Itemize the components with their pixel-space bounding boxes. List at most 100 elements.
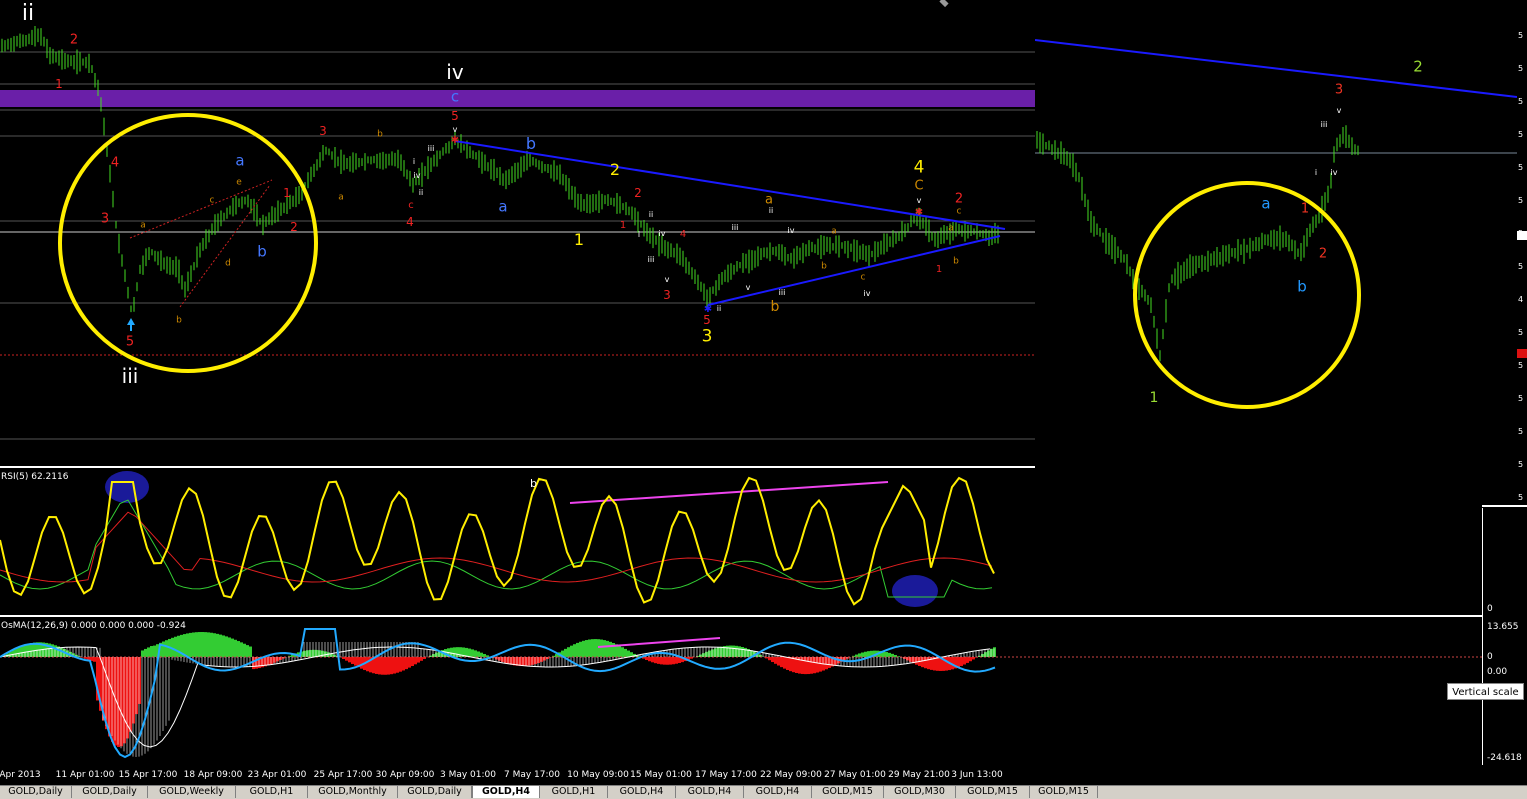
highlight-circle[interactable]	[60, 115, 316, 371]
wave-label: i	[413, 158, 415, 166]
wave-label: 1	[620, 221, 626, 231]
wave-label: 1	[1301, 203, 1309, 216]
wave-label: 5	[126, 336, 134, 349]
time-axis-tick: 7 May 17:00	[504, 770, 560, 780]
wave-label: a	[140, 222, 146, 231]
rsi-signal-green	[0, 500, 992, 597]
arrow-up-shaft	[130, 324, 132, 331]
chart-tab[interactable]: GOLD,H4	[472, 785, 540, 798]
price-scale-right[interactable]: 555555554555555	[1517, 0, 1527, 505]
wave-label: 3	[319, 125, 327, 137]
wave-label: ii	[769, 207, 773, 215]
wave-label: b	[953, 258, 959, 267]
wave-label: b	[821, 263, 827, 272]
chart-tab[interactable]: GOLD,H1	[236, 786, 308, 798]
price-scale-tick: 5	[1518, 130, 1523, 139]
chart-tab[interactable]: GOLD,Daily	[0, 786, 72, 798]
wave-marker-icon: ✱	[451, 135, 459, 146]
chart-tab[interactable]: GOLD,H4	[676, 786, 744, 798]
wave-label: v	[746, 284, 751, 292]
current-price-marker	[1517, 231, 1527, 240]
wave-label: iv	[414, 172, 421, 180]
price-candles	[2, 26, 998, 312]
price-scale-tick: 5	[1518, 64, 1523, 73]
wave-label: iii	[732, 224, 739, 232]
wave-label: 2	[1413, 60, 1423, 75]
osma-divergence-line[interactable]	[598, 638, 720, 647]
rsi-divergence-line[interactable]	[570, 482, 888, 503]
main-price-chart-canvas: ✱ ✱ ✱	[0, 0, 1035, 466]
horizontal-level-lines	[0, 52, 1035, 439]
wave-label: iv	[446, 62, 463, 82]
main-price-chart[interactable]: ✱ ✱ ✱ ii21435iiiabacedb123baiiviic4iiiiv…	[0, 0, 1035, 466]
secondary-chart-canvas	[1035, 0, 1517, 505]
wave-label: C	[914, 180, 923, 193]
wave-label: iv	[659, 230, 666, 238]
osma-indicator-pane[interactable]: OsMA(12,26,9) 0.000 0.000 0.000 -0.924	[0, 619, 1482, 765]
wave-label: 1	[574, 232, 584, 248]
wave-label: 3	[702, 329, 713, 346]
price-scale-tick: 5	[1518, 97, 1523, 106]
wave-label: b	[771, 300, 780, 314]
wave-label: 4	[111, 157, 119, 170]
chart-tab[interactable]: GOLD,Monthly	[308, 786, 398, 798]
vertical-scale-tooltip: Vertical scale	[1447, 683, 1524, 700]
wave-label: b	[176, 317, 182, 326]
descending-trendline[interactable]	[1035, 40, 1517, 97]
time-axis-tick: 29 May 21:00	[888, 770, 950, 780]
osma-scale-max: 13.655	[1487, 622, 1519, 632]
time-axis-tick: 30 Apr 09:00	[376, 770, 435, 780]
chart-tab[interactable]: GOLD,Weekly	[148, 786, 236, 798]
wave-label: c	[861, 274, 866, 283]
wave-label: 2	[610, 162, 620, 178]
wave-label: 4	[914, 160, 925, 177]
chart-tab[interactable]: GOLD,Daily	[398, 786, 472, 798]
time-axis-tick: 22 May 09:00	[760, 770, 822, 780]
rsi-indicator-pane[interactable]: RSI(5) 62.2116 b	[0, 470, 1482, 615]
scale-border	[1482, 508, 1483, 765]
wave-label: ii	[419, 189, 423, 197]
wave-label: iv	[1331, 169, 1338, 177]
highlight-circle[interactable]	[1135, 183, 1359, 407]
osma-scale-zero: 0	[1487, 652, 1493, 662]
wave-label: a	[338, 194, 344, 203]
rsi-scale-zero: 0	[1487, 604, 1493, 614]
indicator-scale[interactable]: 0 13.655 0 0.00 -24.618	[1482, 508, 1527, 765]
price-scale-tick: 5	[1518, 328, 1523, 337]
time-axis[interactable]: Apr 201311 Apr 01:0015 Apr 17:0018 Apr 0…	[0, 765, 1482, 785]
osma-scale-min: -24.618	[1487, 753, 1522, 763]
time-axis-tick: 18 Apr 09:00	[184, 770, 243, 780]
secondary-price-chart[interactable]: 23viiiiiva12b1	[1035, 0, 1517, 505]
osma-signal-line	[0, 647, 990, 747]
chart-tab[interactable]: GOLD,M15	[1030, 786, 1098, 798]
wave-label: 1	[283, 187, 291, 199]
wave-label: iii	[122, 366, 139, 386]
chart-tab[interactable]: GOLD,H4	[744, 786, 812, 798]
wave-label: iv	[864, 290, 871, 298]
wave-label: 2	[290, 221, 298, 233]
wave-label: 2	[70, 34, 78, 47]
wave-label: ii	[649, 211, 653, 219]
wave-label: iii	[1321, 121, 1328, 129]
chart-tab[interactable]: GOLD,Daily	[72, 786, 148, 798]
chart-tab[interactable]: GOLD,M15	[956, 786, 1030, 798]
pane-separator[interactable]	[0, 615, 1482, 617]
wave-label: v	[1337, 107, 1342, 115]
rsi-annotation: b	[530, 478, 537, 489]
wave-label: iv	[788, 227, 795, 235]
chart-tab[interactable]: GOLD,M30	[884, 786, 956, 798]
wave-label: iii	[648, 256, 655, 264]
price-scale-tick: 5	[1518, 196, 1523, 205]
wave-label: ii	[717, 305, 721, 313]
wave-label: 4	[406, 216, 414, 228]
wave-label: 3	[1335, 84, 1343, 97]
wave-label: iii	[428, 145, 435, 153]
chart-tab[interactable]: GOLD,H4	[608, 786, 676, 798]
rsi-line	[0, 478, 994, 604]
wave-label: a	[948, 225, 954, 234]
chart-tab[interactable]: GOLD,H1	[540, 786, 608, 798]
price-scale-tick: 5	[1518, 31, 1523, 40]
pane-separator[interactable]	[0, 466, 1035, 468]
chart-tab[interactable]: GOLD,M15	[812, 786, 884, 798]
time-axis-tick: 23 Apr 01:00	[248, 770, 307, 780]
